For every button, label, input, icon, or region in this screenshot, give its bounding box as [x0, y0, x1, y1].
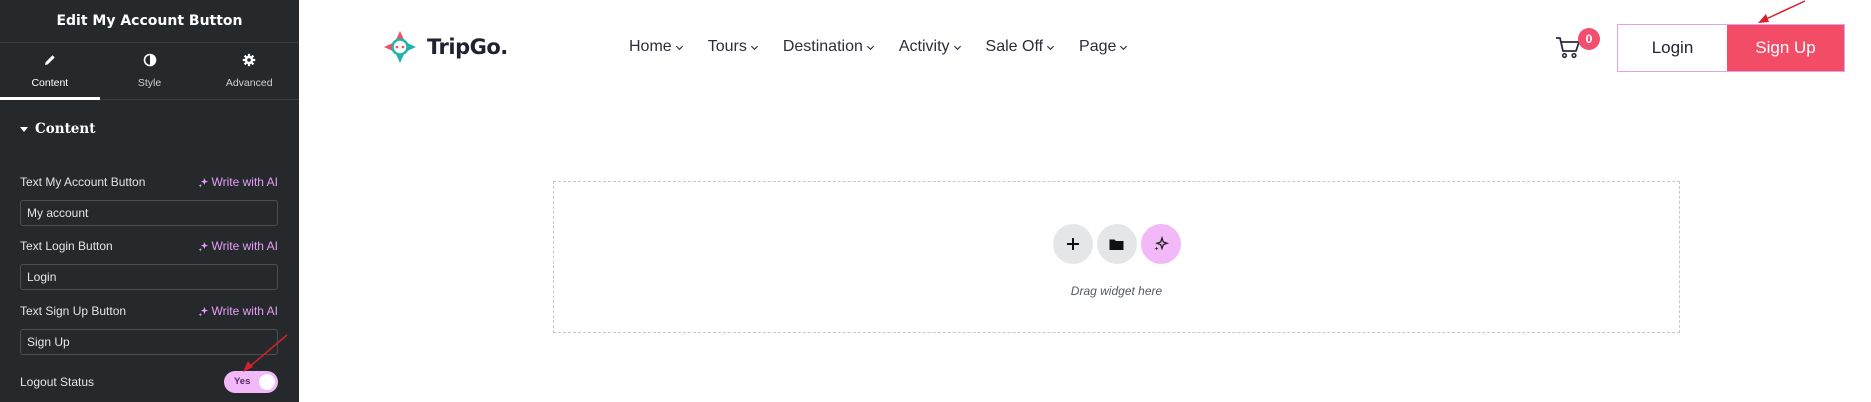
panel-header: Edit My Account Button — [0, 0, 299, 43]
folder-icon — [1109, 239, 1124, 250]
plus-icon — [1066, 238, 1079, 250]
nav-item-sale-off[interactable]: Sale Off — [986, 38, 1056, 56]
chevron-down-icon — [1047, 45, 1055, 50]
main-nav: Home Tours Destination Activity Sale Off… — [629, 38, 1128, 56]
panel-title: Edit My Account Button — [56, 13, 243, 29]
write-with-ai-button[interactable]: Write with AI — [197, 175, 278, 189]
nav-item-home[interactable]: Home — [629, 38, 684, 56]
site-logo[interactable]: TripGo. — [381, 28, 508, 66]
tab-label: Style — [137, 77, 162, 89]
control-label: Text Login Button — [20, 239, 113, 253]
write-with-ai-button[interactable]: Write with AI — [197, 304, 278, 318]
chevron-down-icon — [953, 45, 961, 50]
nav-item-activity[interactable]: Activity — [899, 38, 962, 56]
nav-item-destination[interactable]: Destination — [783, 38, 875, 56]
editor-screen: Edit My Account Button Content Style Adv… — [0, 0, 1871, 402]
editor-panel: Edit My Account Button Content Style Adv… — [0, 0, 299, 402]
sparkle-icon — [197, 241, 208, 252]
tab-label: Advanced — [225, 77, 273, 89]
my-account-text-input[interactable]: My account — [20, 200, 278, 226]
toggle-label: Yes — [234, 376, 251, 387]
section-title: Content — [35, 121, 96, 137]
logo-text: TripGo. — [427, 35, 508, 59]
cart-count-badge: 0 — [1578, 28, 1600, 50]
logout-status-toggle[interactable]: Yes — [224, 371, 278, 393]
nav-item-tours[interactable]: Tours — [708, 38, 759, 56]
sparkle-icon — [197, 177, 208, 188]
write-with-ai-button[interactable]: Write with AI — [197, 239, 278, 253]
add-template-button[interactable] — [1096, 224, 1137, 264]
tab-style[interactable]: Style — [100, 43, 200, 99]
annotation-arrow-signup — [1758, 0, 1806, 23]
nav-item-page[interactable]: Page — [1079, 38, 1128, 56]
tab-advanced[interactable]: Advanced — [199, 43, 299, 99]
toggle-knob — [259, 374, 275, 390]
drop-area-actions — [1052, 224, 1181, 264]
pencil-icon — [43, 53, 57, 70]
control-label: Logout Status — [20, 375, 95, 389]
login-text-input[interactable]: Login — [20, 264, 278, 290]
half-circle-icon — [143, 53, 157, 70]
panel-tabs: Content Style Advanced — [0, 43, 299, 100]
chevron-down-icon — [866, 45, 874, 50]
signup-text-input[interactable]: Sign Up — [20, 329, 278, 355]
chevron-down-icon — [675, 45, 683, 50]
drop-area-hint: Drag widget here — [1070, 284, 1163, 298]
widget-drop-area[interactable]: Drag widget here — [553, 181, 1680, 333]
caret-down-icon — [20, 126, 28, 132]
control-label: Text My Account Button — [20, 175, 146, 189]
login-button[interactable]: Login — [1618, 25, 1727, 71]
tab-content[interactable]: Content — [0, 43, 100, 100]
control-login-text: Text Login Button Write with AI Login — [20, 238, 278, 290]
add-section-button[interactable] — [1052, 224, 1093, 264]
control-logout-status: Logout Status Yes — [20, 371, 278, 393]
chevron-down-icon — [750, 45, 758, 50]
control-signup-text: Text Sign Up Button Write with AI Sign U… — [20, 303, 278, 355]
tab-label: Content — [31, 77, 69, 89]
section-toggle-content[interactable]: Content — [0, 100, 299, 158]
compass-logo-icon — [384, 31, 416, 63]
signup-button[interactable]: Sign Up — [1727, 25, 1844, 71]
sparkle-icon — [1154, 236, 1169, 251]
ai-generate-button[interactable] — [1140, 224, 1181, 264]
control-label: Text Sign Up Button — [20, 304, 127, 318]
control-my-account-text: Text My Account Button Write with AI My … — [20, 174, 278, 226]
sparkle-icon — [197, 306, 208, 317]
gear-icon — [242, 53, 256, 70]
my-account-widget: Login Sign Up — [1617, 24, 1845, 72]
chevron-down-icon — [1120, 45, 1128, 50]
